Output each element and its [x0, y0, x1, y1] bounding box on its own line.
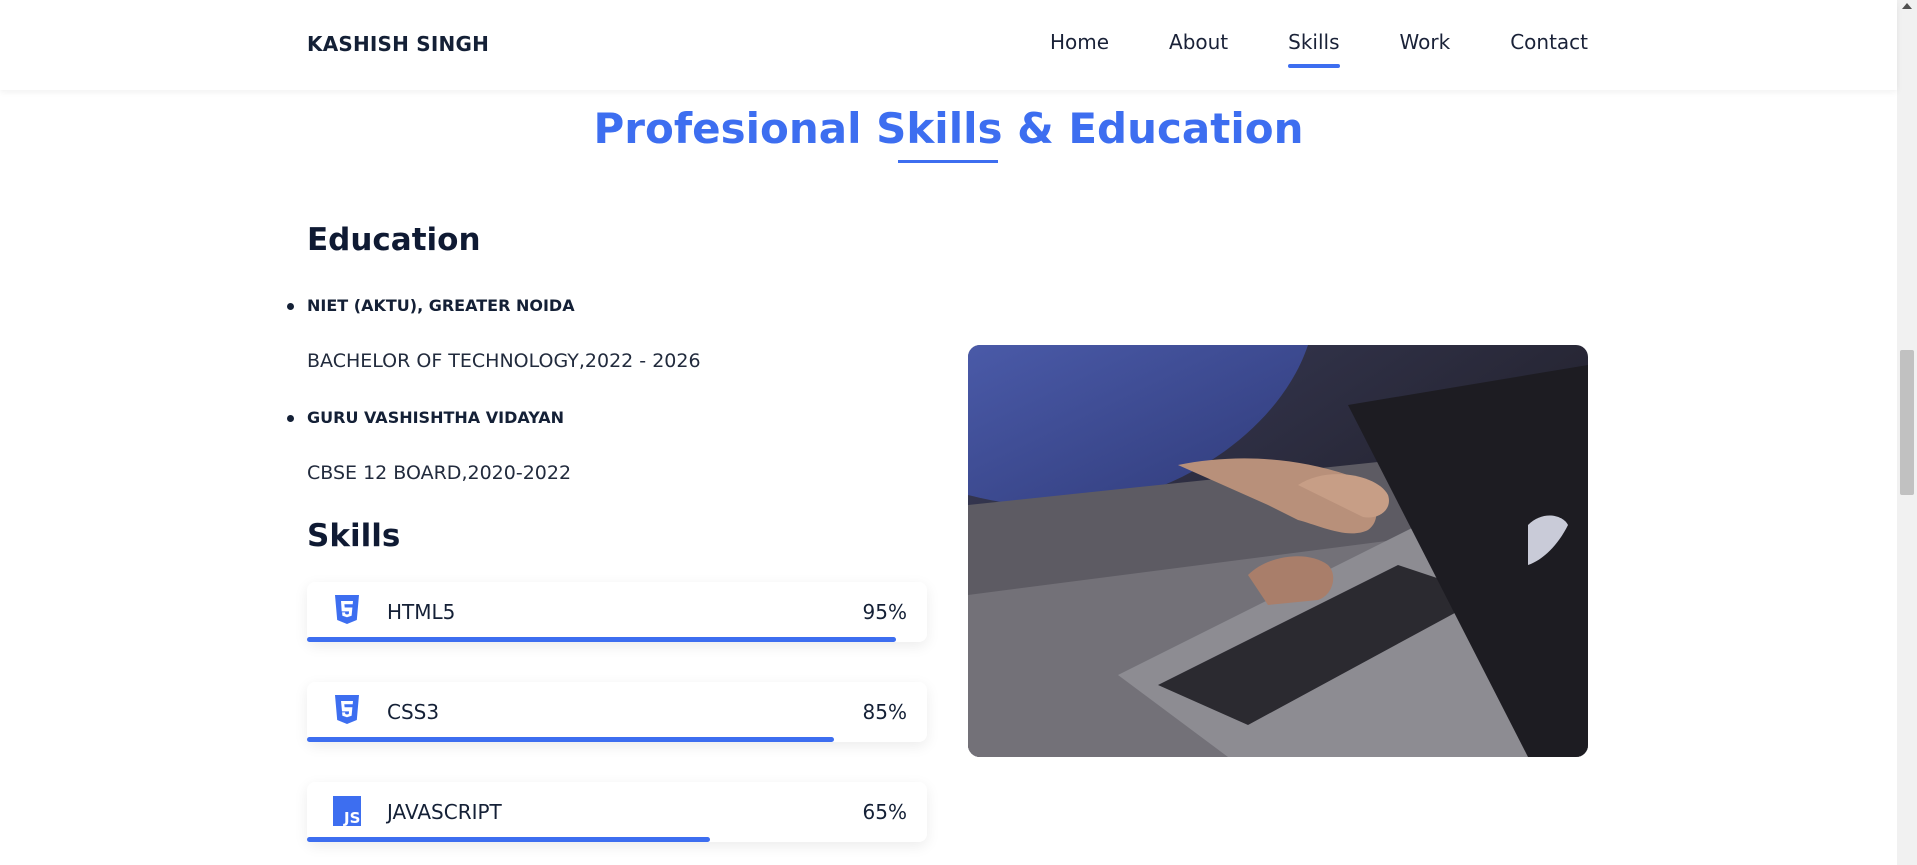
laptop-typing-photo	[968, 345, 1588, 757]
section-title: Profesional Skills & Education	[593, 104, 1304, 153]
scroll-up-arrow-icon[interactable]	[1902, 3, 1912, 9]
education-school: GURU VASHISHTHA VIDAYAN	[287, 408, 907, 432]
skill-card-javascript: JS JAVASCRIPT 65%	[307, 782, 927, 842]
site-header: KASHISH SINGH Home About Skills Work Con…	[0, 0, 1897, 90]
nav-about[interactable]: About	[1169, 30, 1228, 68]
skill-card-css3: CSS3 85%	[307, 682, 927, 742]
nav-contact[interactable]: Contact	[1510, 30, 1588, 68]
skill-percent: 65%	[862, 800, 907, 824]
skills-heading: Skills	[307, 518, 401, 554]
education-item: GURU VASHISHTHA VIDAYAN CBSE 12 BOARD,20…	[287, 408, 907, 484]
education-item: NIET (AKTU), GREATER NOIDA BACHELOR OF T…	[287, 296, 907, 372]
skill-progress-bar	[307, 637, 896, 642]
skill-percent: 95%	[862, 600, 907, 624]
javascript-icon: JS	[333, 796, 361, 826]
skill-name: CSS3	[387, 700, 440, 724]
brand-logo[interactable]: KASHISH SINGH	[307, 32, 489, 56]
nav-work[interactable]: Work	[1400, 30, 1451, 68]
skill-percent: 85%	[862, 700, 907, 724]
skill-card-html5: HTML5 95%	[307, 582, 927, 642]
svg-text:JS: JS	[343, 809, 360, 826]
scroll-thumb[interactable]	[1900, 350, 1914, 495]
vertical-scrollbar[interactable]	[1897, 0, 1917, 865]
skill-progress-bar	[307, 737, 834, 742]
education-school: NIET (AKTU), GREATER NOIDA	[287, 296, 907, 320]
title-underline	[898, 160, 998, 163]
skill-name: HTML5	[387, 600, 456, 624]
education-list: NIET (AKTU), GREATER NOIDA BACHELOR OF T…	[287, 296, 907, 520]
education-degree: CBSE 12 BOARD,2020-2022	[307, 462, 572, 484]
html5-icon	[335, 595, 359, 624]
css3-icon	[335, 695, 359, 724]
nav-skills[interactable]: Skills	[1288, 30, 1340, 68]
nav-home[interactable]: Home	[1050, 30, 1109, 68]
education-degree: BACHELOR OF TECHNOLOGY,2022 - 2026	[307, 350, 701, 372]
education-heading: Education	[307, 222, 481, 258]
skill-name: JAVASCRIPT	[387, 800, 502, 824]
main-nav: Home About Skills Work Contact	[990, 30, 1588, 68]
skill-progress-bar	[307, 837, 710, 842]
